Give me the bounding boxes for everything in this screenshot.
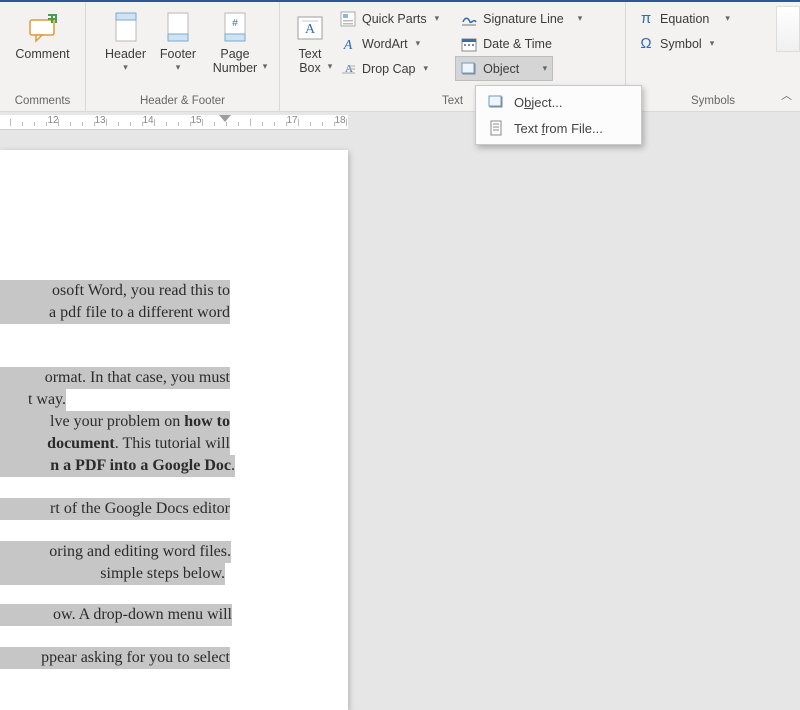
equation-icon: π — [638, 10, 654, 27]
object-label: Object — [483, 62, 519, 76]
chevron-down-icon: ▾ — [710, 38, 715, 49]
document-text-line[interactable]: oring and editing word files. — [0, 541, 231, 563]
comment-button[interactable]: Comment — [9, 6, 75, 63]
drop-cap-label: Drop Cap — [362, 62, 416, 76]
text-box-icon: A — [293, 11, 327, 45]
ruler-number: 15 — [190, 115, 201, 126]
signature-line-icon — [461, 11, 477, 27]
indent-marker[interactable] — [219, 115, 231, 122]
svg-text:A: A — [343, 38, 353, 52]
document-text-line[interactable]: t way. — [0, 389, 66, 411]
footer-button[interactable]: Footer ▾ — [152, 6, 204, 75]
text-from-file-icon — [488, 120, 504, 136]
text-box-button[interactable]: A Text Box ▾ — [286, 6, 334, 89]
document-text-line[interactable]: ow. A drop-down menu will — [0, 604, 232, 626]
group-label-header-footer: Header & Footer — [92, 92, 273, 109]
ruler-number: 18 — [334, 115, 345, 126]
dropdown-item-text-from-file[interactable]: Text from File... — [476, 115, 641, 141]
quick-parts-label: Quick Parts — [362, 12, 427, 26]
footer-icon — [161, 11, 195, 45]
signature-line-button[interactable]: Signature Line ▾ — [455, 6, 588, 31]
dropdown-item-text-from-file-label: Text from File... — [514, 121, 603, 136]
document-text-line[interactable]: n a PDF into a Google Doc. — [0, 455, 235, 477]
signature-line-label: Signature Line — [483, 12, 564, 26]
equation-button[interactable]: π Equation ▾ — [632, 6, 736, 31]
document-text-line[interactable]: document. This tutorial will — [0, 433, 230, 455]
comment-icon — [26, 11, 60, 45]
page: osoft Word, you read this toa pdf file t… — [0, 150, 348, 710]
date-time-button[interactable]: Date & Time — [455, 31, 588, 56]
ruler[interactable]: 12 13 14 15 17 18 — [0, 112, 800, 130]
document-text-line[interactable]: rt of the Google Docs editor — [0, 498, 230, 520]
dropdown-item-object[interactable]: Object... — [476, 89, 641, 115]
chevron-down-icon: ▾ — [123, 62, 128, 73]
date-time-label: Date & Time — [483, 37, 552, 51]
equation-label: Equation — [660, 12, 709, 26]
symbol-button[interactable]: Ω Symbol ▾ — [632, 31, 736, 56]
collapse-ribbon-icon[interactable]: ︿ — [781, 87, 792, 103]
page-number-button[interactable]: # Page Number ▾ — [204, 6, 266, 89]
svg-text:#: # — [232, 18, 238, 29]
header-label: Header — [105, 47, 146, 61]
document-text-line[interactable]: lve your problem on how to — [0, 411, 230, 433]
group-label-comments: Comments — [6, 92, 79, 109]
object-dropdown: Object... Text from File... — [475, 85, 642, 145]
svg-text:A: A — [305, 22, 316, 37]
document-text-line[interactable]: ormat. In that case, you must — [0, 367, 230, 389]
symbol-icon: Ω — [638, 35, 654, 52]
drop-cap-button[interactable]: A Drop Cap ▾ — [334, 56, 445, 81]
screenshot-icon — [776, 6, 800, 52]
text-box-label: Text Box — [299, 47, 322, 75]
ruler-number: 12 — [47, 115, 58, 126]
drop-cap-icon: A — [340, 61, 356, 77]
footer-label: Footer — [160, 47, 196, 61]
header-button[interactable]: Header ▾ — [99, 6, 152, 75]
quick-parts-icon — [340, 11, 356, 27]
object-dialog-icon — [488, 94, 504, 110]
date-time-icon — [461, 36, 477, 52]
document-text-line[interactable]: simple steps below. — [0, 563, 225, 585]
chevron-down-icon: ▾ — [578, 13, 583, 24]
document-text-line[interactable]: ppear asking for you to select — [0, 647, 230, 669]
ruler-number: 14 — [142, 115, 153, 126]
chevron-down-icon: ▾ — [176, 62, 181, 73]
chevron-down-icon: ▾ — [328, 61, 333, 72]
wordart-button[interactable]: A WordArt ▾ — [334, 31, 445, 56]
chevron-down-icon: ▾ — [725, 13, 730, 24]
ruler-number: 13 — [94, 115, 105, 126]
chevron-down-icon: ▾ — [435, 13, 440, 24]
chevron-down-icon: ▾ — [263, 61, 268, 72]
wordart-icon: A — [340, 36, 356, 52]
symbol-label: Symbol — [660, 37, 702, 51]
comment-label: Comment — [15, 47, 69, 61]
header-icon — [109, 11, 143, 45]
document-text-line[interactable]: osoft Word, you read this to — [0, 280, 230, 302]
chevron-down-icon: ▾ — [416, 38, 421, 49]
document-canvas[interactable]: osoft Word, you read this toa pdf file t… — [0, 130, 800, 700]
chevron-down-icon: ▾ — [424, 63, 429, 74]
page-number-icon: # — [218, 11, 252, 45]
wordart-label: WordArt — [362, 37, 408, 51]
object-button[interactable]: Object ▾ — [455, 56, 553, 81]
group-label-symbols: Symbols — [632, 92, 794, 109]
chevron-down-icon: ▾ — [543, 63, 548, 74]
quick-parts-button[interactable]: Quick Parts ▾ — [334, 6, 445, 31]
page-number-label: Page Number — [213, 47, 257, 75]
dropdown-item-object-label: Object... — [514, 95, 562, 110]
object-icon — [461, 61, 477, 77]
ruler-number: 17 — [286, 115, 297, 126]
document-text-line[interactable]: a pdf file to a different word — [0, 302, 230, 324]
